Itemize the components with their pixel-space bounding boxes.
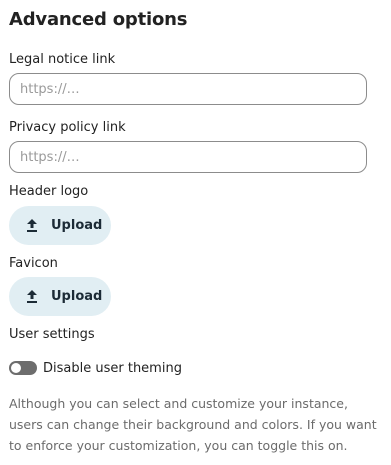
user-settings-label: User settings (9, 327, 95, 342)
toggle-knob (11, 363, 21, 373)
legal-notice-input[interactable] (9, 73, 367, 105)
advanced-options-panel: Advanced options Legal notice link Priva… (0, 0, 391, 465)
favicon-upload-button[interactable]: Upload (9, 277, 111, 316)
favicon-upload-label: Upload (51, 289, 103, 304)
disable-user-theming-toggle[interactable] (9, 361, 37, 375)
upload-icon (25, 290, 39, 304)
section-title: Advanced options (9, 9, 188, 30)
privacy-policy-input[interactable] (9, 141, 367, 173)
disable-user-theming-row[interactable]: Disable user theming (9, 360, 182, 376)
disable-user-theming-label[interactable]: Disable user theming (43, 361, 182, 376)
header-logo-upload-label: Upload (51, 218, 103, 233)
privacy-policy-label: Privacy policy link (9, 120, 126, 135)
header-logo-upload-button[interactable]: Upload (9, 206, 111, 245)
header-logo-label: Header logo (9, 184, 89, 199)
user-theming-help-text: Although you can select and customize yo… (9, 396, 377, 453)
legal-notice-label: Legal notice link (9, 52, 116, 67)
upload-icon (25, 219, 39, 233)
favicon-label: Favicon (9, 256, 58, 271)
